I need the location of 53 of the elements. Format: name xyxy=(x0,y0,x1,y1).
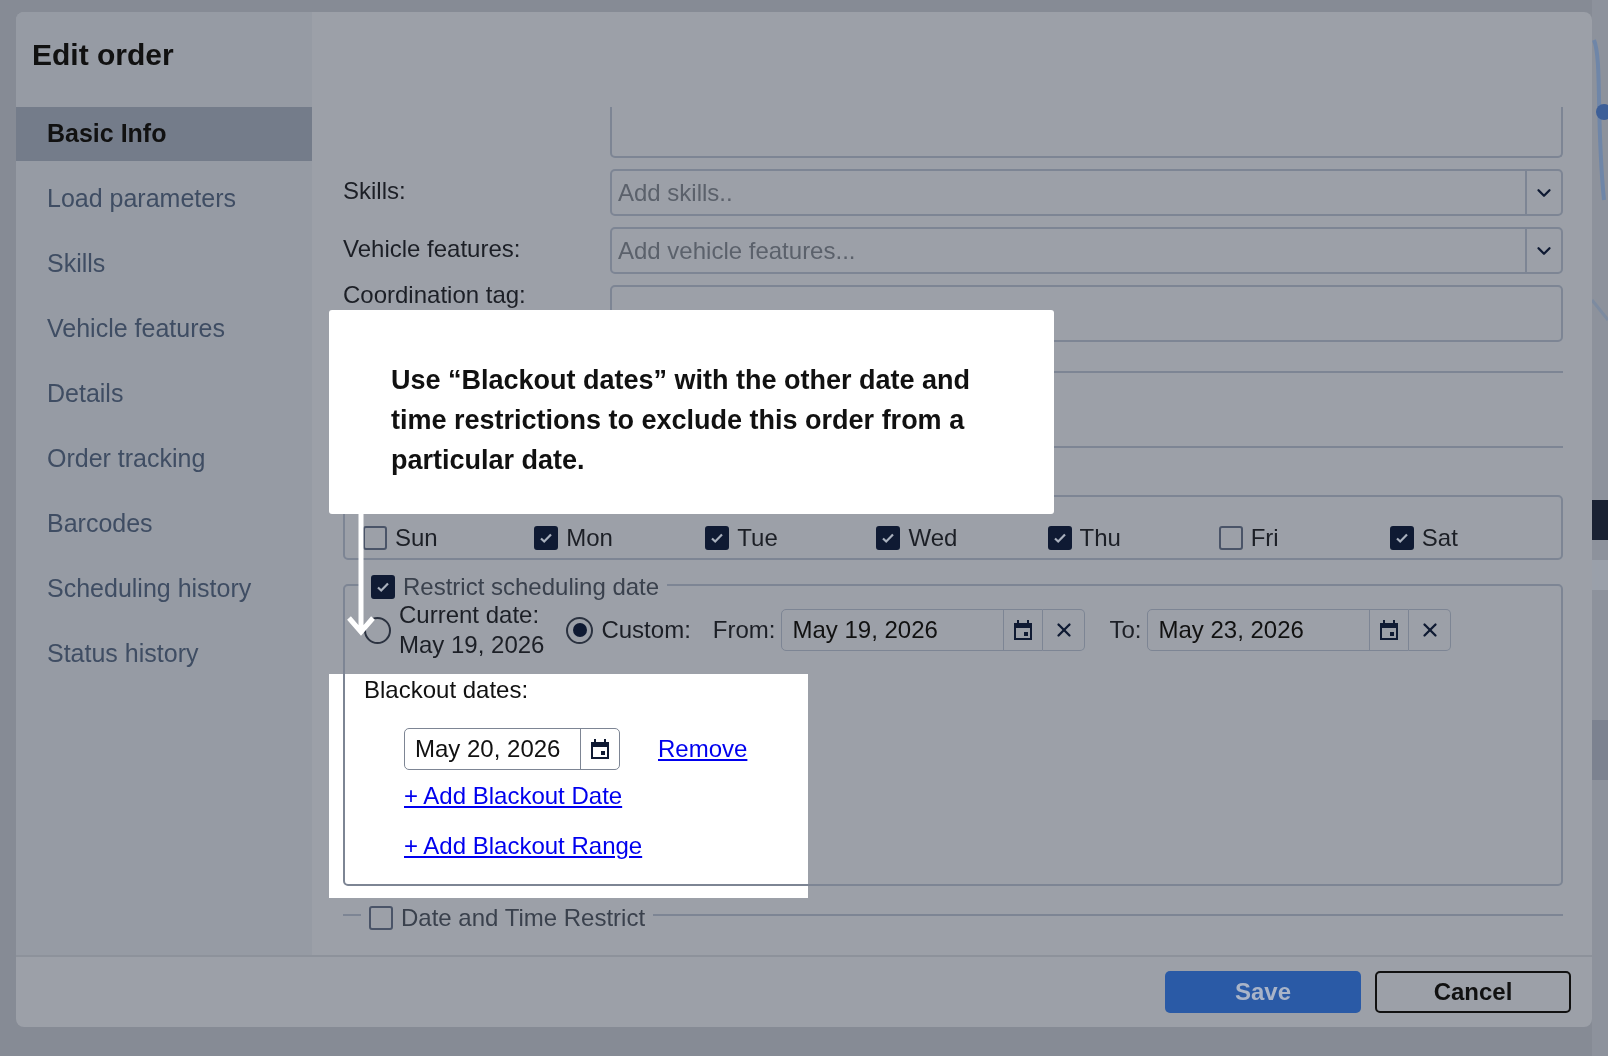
checkbox[interactable] xyxy=(1047,526,1072,550)
cancel-button[interactable]: Cancel xyxy=(1375,971,1571,1013)
sidebar-item[interactable]: Skills xyxy=(16,237,312,291)
field-label: Vehicle features: xyxy=(343,235,521,262)
date-field[interactable]: May 20, 2026 xyxy=(404,728,620,770)
weekday-label: Sat xyxy=(1421,523,1458,553)
sidebar-item[interactable]: Status history xyxy=(16,627,312,681)
date-label: To: xyxy=(1109,615,1142,645)
sidebar-item[interactable]: Order tracking xyxy=(16,432,312,486)
add-link[interactable]: + Add Blackout Range xyxy=(404,828,643,864)
sidebar-item[interactable]: Load parameters xyxy=(16,172,312,226)
clear-button[interactable] xyxy=(1409,609,1452,651)
radio-button[interactable] xyxy=(566,616,594,644)
weekday-label: Fri xyxy=(1250,523,1279,553)
checkbox[interactable] xyxy=(1389,526,1414,550)
date-field[interactable]: May 23, 2026 xyxy=(1147,609,1410,651)
checkbox[interactable] xyxy=(705,526,730,550)
remove-link[interactable]: Remove xyxy=(658,731,748,767)
select-field[interactable]: Add vehicle features... xyxy=(610,227,1563,274)
select-field[interactable]: Add skills.. xyxy=(610,169,1563,216)
sidebar-item[interactable]: Basic Info xyxy=(16,107,312,161)
section-label: Blackout dates: xyxy=(364,676,529,703)
dialog-title: Edit order xyxy=(31,37,175,73)
checkbox[interactable] xyxy=(534,526,559,550)
field-label: Skills: xyxy=(343,177,406,204)
weekday-label: Mon xyxy=(566,523,613,553)
calendar-icon[interactable] xyxy=(1378,619,1401,641)
callout-text: Use “Blackout dates” with the other date and time restrictions to exclude this order from a particular date. xyxy=(391,364,972,477)
sidebar-item[interactable]: Details xyxy=(16,367,312,421)
weekday-label: Tue xyxy=(737,523,778,553)
checkbox[interactable] xyxy=(371,575,395,599)
save-button[interactable]: Save xyxy=(1165,971,1361,1013)
fieldset-legend: Date and Time Restrict xyxy=(401,900,646,936)
add-link[interactable]: + Add Blackout Date xyxy=(404,778,623,814)
sidebar-item[interactable]: Barcodes xyxy=(16,497,312,551)
checkbox[interactable] xyxy=(369,906,393,930)
sidebar-item[interactable]: Scheduling history xyxy=(16,562,312,616)
calendar-icon[interactable] xyxy=(1012,619,1035,641)
current-date: May 19, 2026 xyxy=(399,630,545,660)
weekday-label: Wed xyxy=(908,523,958,553)
weekday-label: Sun xyxy=(395,523,438,553)
field-label: Coordination tag: xyxy=(343,281,526,308)
weekday-label: Thu xyxy=(1079,523,1121,553)
radio-label: Custom: xyxy=(601,615,691,645)
checkbox[interactable] xyxy=(876,526,901,550)
checkbox[interactable] xyxy=(1218,526,1243,550)
date-field[interactable]: May 19, 2026 xyxy=(781,609,1044,651)
sidebar-item[interactable]: Vehicle features xyxy=(16,302,312,356)
clear-button[interactable] xyxy=(1043,609,1086,651)
radio-button[interactable] xyxy=(364,616,391,644)
checkbox[interactable] xyxy=(363,526,387,550)
calendar-icon[interactable] xyxy=(589,738,611,760)
date-label: From: xyxy=(712,615,776,645)
